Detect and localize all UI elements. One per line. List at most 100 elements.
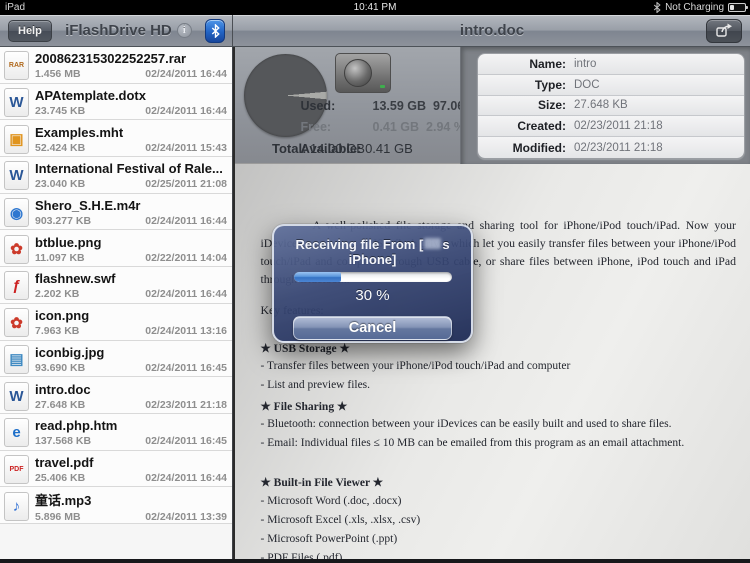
mht-file-icon: ▣ [4,124,29,154]
info-value: intro [574,57,597,70]
ringtone-file-icon: ◉ [4,198,29,228]
file-size: 7.963 KB [35,325,80,338]
progress-fill [294,272,342,282]
file-size: 23.040 KB [35,178,86,191]
info-label: Modified: [512,140,566,155]
right-nav: intro.doc [234,15,750,46]
document-line: - Microsoft Word (.doc, .docx) [260,494,402,507]
file-row[interactable]: W APAtemplate.dotx 23.745 KB 02/24/2011 16:… [0,83,232,121]
file-row[interactable]: ✿ icon.png 7.963 KB 02/24/2011 13:16 [0,303,232,341]
file-date: 02/24/2011 16:45 [145,435,227,448]
file-size: 1.456 MB [35,68,81,81]
file-date: 02/24/2011 16:44 [145,215,227,228]
info-value: 02/23/2011 21:18 [574,120,663,133]
file-info-row: Name: intro [478,54,744,75]
file-size: 5.896 MB [35,510,81,523]
file-date: 02/24/2011 15:43 [145,141,227,154]
file-info-table: Name: intro Type: DOC Size: 27.648 KB Created:… [477,53,745,159]
file-size: 52.424 KB [35,141,86,154]
clock: 10:41 PM [353,2,397,13]
document-line: ★ File Sharing ★ [260,400,348,413]
file-date: 02/23/2011 21:18 [145,398,227,411]
left-nav: Help iFlashDrive HD i [0,15,233,46]
dialog-title-prefix: Receiving file From [ [295,237,424,252]
file-row[interactable]: ◉ Shero_S.H.E.m4r 903.277 KB 02/24/2011 16:… [0,193,232,231]
file-size: 2.202 KB [35,288,80,301]
available-value: 0.41 GB [365,141,413,156]
file-row[interactable]: PDF travel.pdf 25.406 KB 02/24/2011 16:44 [0,450,232,488]
file-name: travel.pdf [35,454,94,470]
receiving-file-dialog: Receiving file From [s iPhone] 30 % Canc… [272,224,473,343]
rar-file-icon: RAR [4,51,29,81]
free-label: Free: [300,120,332,134]
share-button[interactable] [706,18,742,43]
file-info-row: Type: DOC [478,74,744,96]
file-name: Examples.mht [35,124,124,140]
file-info-row: Created: 02/23/2011 21:18 [478,116,744,138]
file-row[interactable]: RAR 200862315302252257.rar 1.456 MB 02/24/2… [0,47,232,84]
cancel-button[interactable]: Cancel [293,316,452,340]
file-name: read.php.htm [35,418,118,434]
share-export-icon [716,23,732,37]
document-line: - Bluetooth: connection between your iDe… [260,417,672,430]
available-label: Available: [300,141,362,156]
file-size: 23.745 KB [35,105,86,118]
info-label: Name: [529,56,566,71]
file-size: 903.277 KB [35,215,92,228]
document-line: - List and preview files. [260,379,371,392]
file-row[interactable]: Wintro.doc 27.648 KB 02/23/2011 21:18 [0,377,232,414]
info-label: Created: [517,119,566,134]
dialog-title: Receiving file From [s iPhone] [274,237,471,267]
file-row[interactable]: ƒ flashnew.swf 2.202 KB 02/24/2011 16:44 [0,267,232,304]
progress-bar [294,272,452,282]
hard-disk-icon [334,53,391,93]
file-date: 02/24/2011 16:44 [145,68,227,81]
mp3-file-icon: ♪ [4,491,29,521]
file-name: International Festival of Rale... [35,161,223,177]
file-date: 02/24/2011 13:16 [145,325,227,338]
flash-file-icon: ƒ [4,271,29,301]
free-value: 0.41 GB [372,120,420,134]
file-name: intro.doc [35,381,91,397]
storage-panel: Total: 14.00 GB Used: 13.59 GB 97.06 % F… [234,47,750,164]
file-row[interactable]: W International Festival of Rale... 23.040… [0,157,232,194]
file-row[interactable]: ♪ 童话.mp3 5.896 MB 02/24/2011 13:39 [0,487,232,524]
document-feature-list: ★ USB Storage ★ - Transfer files between … [261,341,737,559]
app-screen: iPad 10:41 PM Not Charging Help iFlashDr… [0,0,750,563]
bluetooth-status-icon [653,2,661,13]
file-name: 200862315302252257.rar [35,51,187,67]
file-size: 27.648 KB [35,398,86,411]
file-date: 02/22/2011 14:04 [145,251,227,264]
file-row[interactable]: ▣ Examples.mht 52.424 KB 02/24/2011 15:43 [0,120,232,158]
document-line: - Transfer files between your iPhone/iPo… [260,360,571,373]
used-value: 13.59 GB [372,99,427,113]
file-row[interactable]: e read.php.htm 137.568 KB 02/24/2011 16:45 [0,413,232,451]
help-button[interactable]: Help [8,19,52,42]
file-row[interactable]: ✿ btblue.png 11.097 KB 02/22/2011 14:04 [0,230,232,268]
word-file-icon: W [4,88,29,118]
file-size: 93.690 KB [35,361,86,374]
html-file-icon: e [4,418,29,448]
file-name: APAtemplate.dotx [35,88,146,104]
file-name: icon.png [35,308,90,324]
bluetooth-button[interactable] [205,18,225,43]
pdf-file-icon: PDF [4,454,29,484]
file-date: 02/24/2011 16:44 [145,288,227,301]
word-file-icon: W [4,161,29,191]
used-row: Used: 13.59 GB 97.06 % [301,99,479,113]
battery-status-label: Not Charging [665,2,724,13]
png-image-file-icon: ✿ [4,308,29,338]
file-row[interactable]: ▤ iconbig.jpg 93.690 KB 02/24/2011 16:45 [0,340,232,378]
file-name: btblue.png [35,234,102,250]
file-name: Shero_S.H.E.m4r [35,198,141,214]
document-line: - Microsoft PowerPoint (.ppt) [260,532,398,545]
document-line: ★ Built-in File Viewer ★ [260,477,384,490]
document-line: - Microsoft Excel (.xls, .xlsx, .csv) [260,513,421,526]
file-size: 11.097 KB [35,251,85,264]
info-icon[interactable]: i [176,23,192,38]
word-file-icon: W [4,381,29,411]
info-label: Type: [534,77,566,92]
info-label: Size: [537,98,566,113]
info-value: 27.648 KB [574,99,628,112]
